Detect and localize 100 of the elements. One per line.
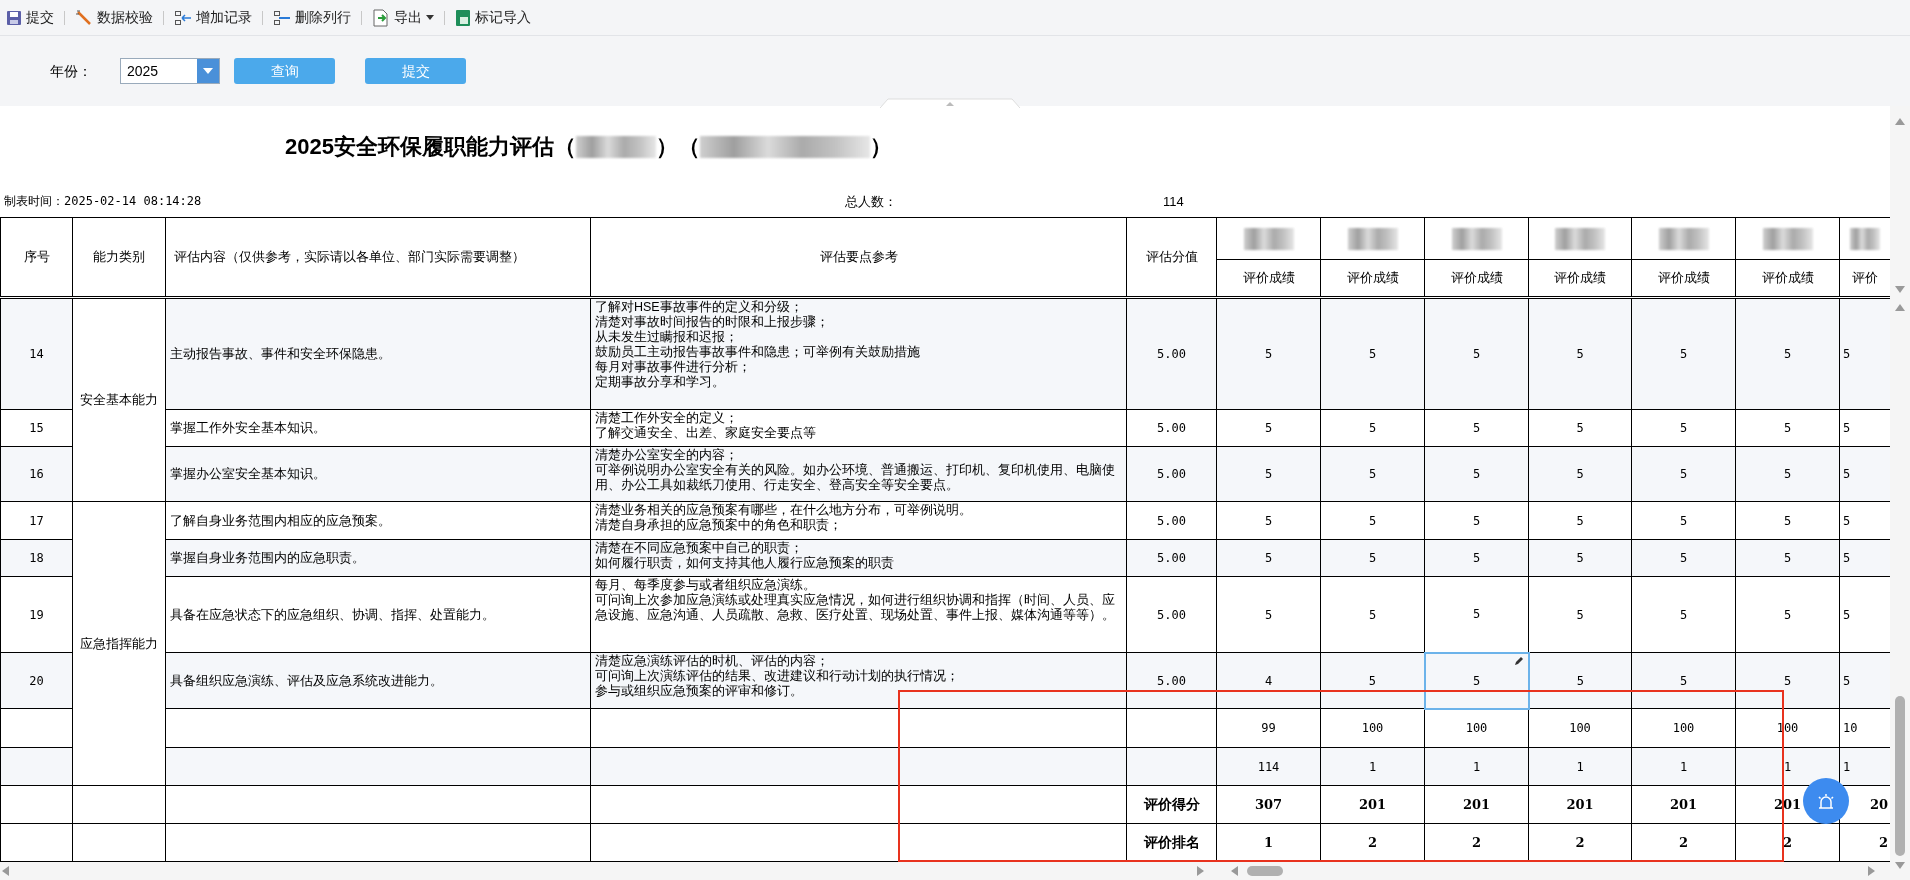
grade-cell[interactable]: 5 (1528, 576, 1632, 653)
scroll-down-icon[interactable] (1895, 286, 1905, 294)
grade-cell[interactable]: 4 (1216, 652, 1321, 709)
grade-cell[interactable]: 5 (1424, 297, 1529, 410)
content-cell: 主动报告事故、事件和安全环保隐患。 (165, 297, 591, 410)
grade-cell[interactable]: 1 (1631, 747, 1736, 786)
created-time: 制表时间：2025-02-14 08:14:28 (3, 193, 202, 211)
row-number: 15 (0, 409, 73, 447)
grade-cell[interactable]: 5 (1528, 501, 1632, 540)
scroll-right-icon[interactable] (1868, 866, 1876, 877)
scroll-left-icon[interactable] (1231, 866, 1239, 877)
grade-cell[interactable]: 5 (1320, 539, 1425, 577)
grade-cell[interactable]: 5 (1631, 446, 1736, 502)
report-title: ）（ (655, 133, 700, 162)
grade-cell[interactable]: 114 (1216, 747, 1321, 786)
grade-cell[interactable]: 5 (1424, 409, 1529, 447)
summary-cell: 307 (1216, 785, 1321, 824)
content-cell: 具备在应急状态下的应急组织、协调、指挥、处置能力。 (165, 576, 591, 653)
content-cell: 掌握工作外安全基本知识。 (165, 409, 591, 447)
grade-cell[interactable]: 1 (1528, 747, 1632, 786)
grade-cell[interactable]: 5 (1528, 652, 1632, 709)
toolbar-button[interactable]: 提交 (4, 7, 56, 28)
grade-cell[interactable]: 5 (1320, 446, 1425, 502)
wand-icon (75, 9, 93, 26)
point-line: 清楚工作外安全的定义； (595, 411, 739, 426)
report-title: 2025安全环保履职能力评估（ (285, 133, 576, 162)
grade-cell[interactable]: 5 (1320, 501, 1425, 540)
grade-cell[interactable]: 5 (1735, 539, 1840, 577)
alarm-button[interactable] (1803, 778, 1849, 824)
grade-cell[interactable]: 5 (1735, 297, 1840, 410)
grade-cell[interactable]: 5 (1631, 409, 1736, 447)
point-line: 清楚在不同应急预案中自己的职责； (595, 541, 804, 556)
grade-cell[interactable]: 5 (1735, 446, 1840, 502)
grade-cell[interactable]: 5 (1528, 297, 1632, 410)
grade-cell[interactable]: 5 (1631, 576, 1736, 653)
scroll-up-icon[interactable] (1895, 118, 1905, 126)
grade-cell[interactable]: 5 (1216, 576, 1321, 653)
grade-cell[interactable]: 5 (1216, 539, 1321, 577)
score-cell: 5.00 (1126, 409, 1217, 447)
grade-cell[interactable]: 5 (1631, 501, 1736, 540)
grade-cell[interactable]: 5 (1528, 409, 1632, 447)
grade-cell[interactable]: 100 (1424, 708, 1529, 748)
grade-cell[interactable]: 1 (1424, 747, 1529, 786)
toolbar-button[interactable]: 导出 (370, 7, 436, 28)
summary-cell: 201 (1631, 785, 1736, 824)
row-number: 20 (0, 652, 73, 709)
toolbar-button[interactable]: 增加记录 (172, 7, 254, 28)
point-line: 可问询上次参加应急演练或处理真实应急情况，如何进行组织协调和指挥（时间、人员、应急设施、应急沟通、人员疏散、急救、医疗处置、现场处置、事件上报、媒体沟通等等）。 (595, 593, 1116, 624)
grade-cell[interactable]: 5 (1216, 409, 1321, 447)
grade-cell[interactable]: 99 (1216, 708, 1321, 748)
grade-cell[interactable]: 5 (1528, 446, 1632, 502)
category-cell: 应急指挥能力 (72, 501, 166, 786)
toolbar-button[interactable]: 标记导入 (453, 7, 533, 28)
year-label: 年份： (50, 61, 93, 81)
grade-cell[interactable]: 5 (1320, 297, 1425, 410)
score-cell: 5.00 (1126, 652, 1217, 709)
year-select[interactable]: 2025 (120, 58, 220, 84)
scroll-thumb[interactable] (1895, 696, 1905, 856)
scroll-thumb[interactable] (1247, 866, 1283, 877)
grade-cell[interactable]: 5 (1216, 446, 1321, 502)
row-number: 17 (0, 501, 73, 540)
grade-cell[interactable]: 5 (1424, 652, 1529, 709)
grade-cell[interactable]: 100 (1631, 708, 1736, 748)
grade-cell[interactable]: 5 (1735, 501, 1840, 540)
content-cell: 掌握自身业务范围内的应急职责。 (165, 539, 591, 577)
pencil-icon[interactable] (1513, 655, 1524, 666)
grade-cell[interactable]: 5 (1735, 576, 1840, 653)
redaction-blur (1850, 227, 1880, 250)
delete-row-icon (273, 9, 291, 26)
summary-cell: 201 (1528, 785, 1632, 824)
grade-cell[interactable]: 5 (1216, 501, 1321, 540)
row-number: 18 (0, 539, 73, 577)
redaction-blur (1451, 227, 1502, 250)
toolbar-button[interactable]: 删除列行 (271, 7, 353, 28)
score-cell: 5.00 (1126, 539, 1217, 577)
score-cell: 5.00 (1126, 297, 1217, 410)
grade-cell[interactable]: 5 (1216, 297, 1321, 410)
scroll-right-icon[interactable] (1197, 866, 1205, 877)
grade-cell[interactable]: 5 (1631, 652, 1736, 709)
grade-cell[interactable]: 5 (1424, 446, 1529, 502)
grade-cell[interactable]: 5 (1631, 539, 1736, 577)
grade-cell[interactable]: 5 (1424, 539, 1529, 577)
point-line: 清楚对事故时间报告的时限和上报步骤； (595, 315, 830, 330)
content-cell: 掌握办公室安全基本知识。 (165, 446, 591, 502)
toolbar-button[interactable]: 数据校验 (73, 7, 155, 28)
redaction-blur (1762, 227, 1813, 250)
scroll-down-icon[interactable] (1895, 862, 1905, 870)
scroll-left-icon[interactable] (2, 866, 10, 877)
grade-cell[interactable]: 100 (1320, 708, 1425, 748)
grade-cell[interactable]: 5 (1735, 409, 1840, 447)
grade-cell[interactable]: 100 (1528, 708, 1632, 748)
grade-cell[interactable]: 5 (1424, 501, 1529, 540)
grade-cell[interactable]: 5 (1528, 539, 1632, 577)
grade-cell[interactable]: 5 (1320, 576, 1425, 653)
grade-cell[interactable]: 5 (1735, 652, 1840, 709)
grade-cell[interactable]: 5 (1320, 409, 1425, 447)
grade-cell[interactable]: 1 (1320, 747, 1425, 786)
grade-cell[interactable]: 5 (1631, 297, 1736, 410)
point-line: 了解对HSE事故事件的定义和分级； (595, 300, 804, 315)
scroll-up-icon[interactable] (1895, 304, 1905, 312)
